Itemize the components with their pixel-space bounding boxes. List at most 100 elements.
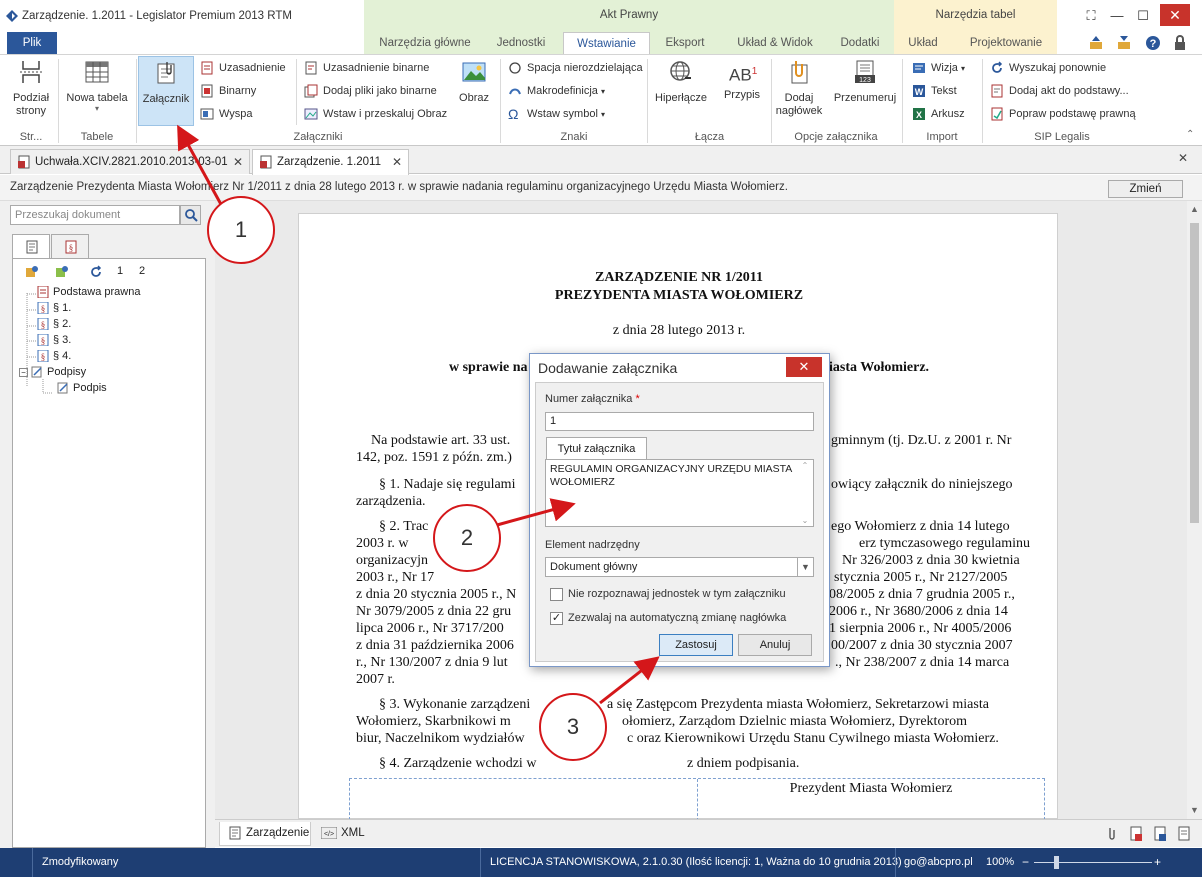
view-tab-xml[interactable]: </> XML [315, 822, 375, 846]
insert-symbol-button[interactable]: Ω Wstaw symbol ▾ [508, 107, 605, 121]
tab-jednostki[interactable]: Jednostki [486, 32, 556, 54]
add-binary-files-button[interactable]: Dodaj pliki jako binarne [304, 84, 437, 98]
zoom-slider-track[interactable] [1034, 862, 1152, 863]
svg-text:X: X [916, 110, 922, 120]
add-act-button[interactable]: Dodaj akt do podstawy... [990, 84, 1129, 98]
wizja-button[interactable]: Wizja ▾ [912, 61, 965, 75]
zoom-slider-thumb[interactable] [1054, 856, 1059, 869]
add-header-button[interactable]: Dodaj nagłówek [772, 59, 826, 118]
tab-wstawianie[interactable]: Wstawianie [563, 32, 650, 54]
footnote-button[interactable]: AB1 Przypis [716, 59, 768, 101]
group-label-opcje: Opcje załącznika [794, 131, 878, 143]
tree-item-podpis[interactable]: Podpis [57, 382, 107, 394]
cancel-button[interactable]: Anuluj [738, 634, 812, 656]
close-tab-icon[interactable]: ✕ [392, 150, 402, 174]
document-icon[interactable] [1177, 826, 1191, 842]
insert-scale-image-button[interactable]: Wstaw i przeskaluj Obraz [304, 107, 447, 121]
binarny-button[interactable]: Binarny [200, 84, 256, 98]
fullscreen-button[interactable]: ⛶ [1080, 6, 1102, 26]
scroll-up-icon[interactable]: ▲ [1190, 204, 1199, 214]
refresh-icon[interactable] [89, 265, 103, 279]
textarea-scrollbar[interactable]: ⌃ ⌄ [798, 461, 812, 525]
parent-element-select[interactable]: Dokument główny ▼ [545, 557, 814, 577]
image-button[interactable]: Obraz [452, 59, 496, 104]
document-red-icon[interactable] [1129, 826, 1143, 842]
uzasadnienie-binarne-button[interactable]: Uzasadnienie binarne [304, 61, 429, 75]
close-all-icon[interactable]: ✕ [1178, 151, 1188, 165]
page-break-button[interactable]: Podział strony [8, 59, 54, 118]
tab-eksport[interactable]: Eksport [655, 32, 715, 54]
scroll-thumb[interactable] [1190, 223, 1199, 523]
collapse-all-icon[interactable] [55, 265, 69, 279]
tree-item-podpisy[interactable]: − Podpisy [19, 366, 86, 378]
panel-tab-structure[interactable] [12, 234, 50, 259]
search-input[interactable]: Przeszukaj dokument [10, 205, 180, 225]
hyperlink-button[interactable]: Hiperłącze [651, 59, 711, 104]
zoom-in-icon[interactable]: + [1154, 848, 1161, 877]
vertical-scrollbar[interactable]: ▲ ▼ [1187, 201, 1202, 819]
doc-tab-zarzadzenie[interactable]: Zarządzenie. 1.2011 ✕ [252, 149, 409, 175]
tab-uklad-widok[interactable]: Układ & Widok [725, 32, 825, 54]
tab-attachment-title[interactable]: Tytuł załącznika [546, 437, 647, 459]
zoom-out-icon[interactable]: − [1022, 848, 1029, 877]
tree-item-podstawa[interactable]: Podstawa prawna [37, 286, 140, 299]
search-again-button[interactable]: Wyszukaj ponownie [990, 61, 1106, 75]
new-table-button[interactable]: Nowa tabela ▾ [62, 59, 132, 113]
tab-narzedzia-glowne[interactable]: Narzędzia główne [372, 32, 478, 54]
tree-item-par1[interactable]: § § 1. [37, 302, 71, 315]
attachment-button[interactable]: Załącznik [138, 56, 194, 126]
macro-button[interactable]: Makrodefinicja ▾ [508, 84, 605, 98]
upload-icon[interactable] [1088, 35, 1104, 51]
level-2-button[interactable]: 2 [139, 265, 145, 277]
tab-plik[interactable]: Plik [7, 32, 57, 54]
wyspa-button[interactable]: Wyspa [200, 107, 253, 121]
arkusz-button[interactable]: X Arkusz [912, 107, 965, 121]
doc-basis-line2: 142, poz. 1591 z późn. zm.) [356, 450, 512, 465]
no-recognize-checkbox[interactable] [550, 588, 563, 601]
attachment-number-input[interactable]: 1 [545, 412, 814, 431]
change-button[interactable]: Zmień [1108, 180, 1183, 198]
signature-icon [57, 382, 68, 394]
lock-icon[interactable] [1172, 35, 1188, 51]
separator [500, 59, 501, 143]
level-1-button[interactable]: 1 [117, 265, 123, 277]
nonbreaking-space-button[interactable]: Spacja nierozdzielająca [508, 61, 643, 75]
uzasadnienie-button[interactable]: Uzasadnienie [200, 61, 286, 75]
scroll-down-icon[interactable]: ▼ [1190, 805, 1199, 815]
tree-label: Podpisy [47, 366, 87, 378]
close-tab-icon[interactable]: ✕ [233, 150, 243, 174]
tree-item-par2[interactable]: § § 2. [37, 318, 71, 331]
tab-dodatki[interactable]: Dodatki [830, 32, 890, 54]
tree-item-par4[interactable]: § § 4. [37, 350, 71, 363]
dialog-close-button[interactable]: ✕ [786, 357, 822, 377]
label: Dodaj akt do podstawy... [1009, 84, 1129, 97]
close-window-button[interactable]: ✕ [1160, 4, 1190, 26]
document-blue-icon[interactable] [1153, 826, 1167, 842]
tab-uklad[interactable]: Układ [898, 32, 948, 54]
maximize-button[interactable]: ☐ [1132, 6, 1154, 26]
collapse-node-icon[interactable]: − [19, 367, 28, 377]
scroll-up-icon[interactable]: ⌃ [798, 461, 812, 470]
doc-p1-right: owiący załącznik do niniejszego [831, 477, 1013, 492]
doc-tab-uchwala[interactable]: Uchwała.XCIV.2821.2010.2013-03-01 ✕ [10, 149, 250, 174]
refresh-icon [992, 61, 1003, 73]
apply-button[interactable]: Zastosuj [659, 634, 733, 656]
search-button[interactable] [180, 205, 201, 225]
tekst-button[interactable]: W Tekst [912, 84, 957, 98]
help-icon[interactable]: ? [1145, 35, 1161, 51]
collapse-ribbon-icon[interactable]: ⌃ [1186, 129, 1194, 140]
renumber-button[interactable]: 123 Przenumeruj [830, 59, 900, 104]
tab-projektowanie[interactable]: Projektowanie [960, 32, 1052, 54]
attachment-title-textarea[interactable]: REGULAMIN ORGANIZACYJNY URZĘDU MIASTA WO… [545, 459, 814, 527]
chevron-down-icon[interactable]: ▼ [797, 558, 813, 576]
tree-item-par3[interactable]: § § 3. [37, 334, 71, 347]
panel-tab-paragraphs[interactable]: § [51, 234, 89, 258]
minimize-button[interactable]: — [1106, 6, 1128, 26]
download-icon[interactable] [1116, 35, 1132, 51]
view-tab-document[interactable]: Zarządzenie [219, 822, 311, 846]
expand-all-icon[interactable] [25, 265, 39, 279]
paperclip-icon[interactable] [1105, 826, 1119, 842]
scroll-down-icon[interactable]: ⌄ [798, 516, 812, 525]
auto-header-checkbox[interactable]: ✓ [550, 612, 563, 625]
fix-basis-button[interactable]: Popraw podstawę prawną [990, 107, 1136, 121]
